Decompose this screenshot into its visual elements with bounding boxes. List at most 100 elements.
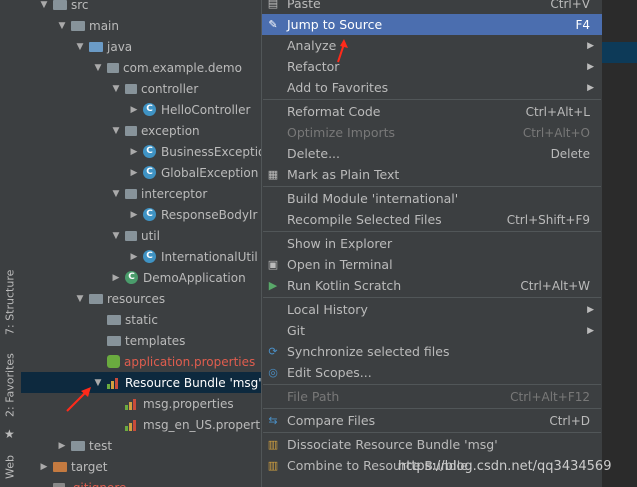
chevron-down-icon[interactable]: ▼ xyxy=(111,189,121,199)
tree-item[interactable]: ▶ C GlobalException xyxy=(21,162,261,183)
menu-item-reformat-code[interactable]: Reformat Code Ctrl+Alt+L xyxy=(262,101,602,122)
submenu-arrow-icon: ▶ xyxy=(587,325,594,336)
menu-item-add-to-favorites[interactable]: Add to Favorites ▶ xyxy=(262,77,602,98)
package-icon xyxy=(125,125,137,136)
menu-item-label: Show in Explorer xyxy=(287,236,393,251)
tree-item-label: msg_en_US.propert xyxy=(143,417,261,432)
tree-item[interactable]: templates xyxy=(21,330,261,351)
tree-item[interactable]: ▼ controller xyxy=(21,78,261,99)
tree-item-label: com.example.demo xyxy=(123,60,242,75)
tree-item[interactable]: ▼ src xyxy=(21,0,261,15)
chevron-down-icon[interactable]: ▼ xyxy=(93,63,103,73)
tab-structure[interactable]: 7: Structure xyxy=(2,262,18,342)
tree-item[interactable]: ▼ interceptor xyxy=(21,183,261,204)
tree-item[interactable]: ▼ util xyxy=(21,225,261,246)
clipboard-icon: ▤ xyxy=(267,0,279,10)
submenu-arrow-icon: ▶ xyxy=(587,82,594,93)
menu-separator xyxy=(263,384,601,385)
menu-item-git[interactable]: Git ▶ xyxy=(262,320,602,341)
chevron-right-icon[interactable]: ▶ xyxy=(57,441,67,451)
tree-item-label: ResponseBodyIr xyxy=(161,207,258,222)
menu-item-open-in-terminal[interactable]: ▣ Open in Terminal xyxy=(262,254,602,275)
menu-item-show-in-explorer[interactable]: Show in Explorer xyxy=(262,233,602,254)
menu-item-mark-as-plain-text[interactable]: ▦ Mark as Plain Text xyxy=(262,164,602,185)
tree-item[interactable]: ▼ main xyxy=(21,15,261,36)
tree-item[interactable]: ▼ java xyxy=(21,36,261,57)
tab-favorites[interactable]: 2: Favorites xyxy=(2,345,18,425)
tree-item[interactable]: .gitignore xyxy=(21,477,261,487)
menu-item-jump-to-source[interactable]: ✎ Jump to Source F4 xyxy=(262,14,602,35)
project-tree[interactable]: ▼ src ▼ main ▼ java ▼ com.example.demo ▼ controll… xyxy=(21,0,261,487)
sync-icon: ⟳ xyxy=(268,345,278,358)
menu-item-label: Delete... xyxy=(287,146,340,161)
chevron-right-icon[interactable]: ▶ xyxy=(129,105,139,115)
tree-item[interactable]: application.properties xyxy=(21,351,261,372)
menu-item-label: Recompile Selected Files xyxy=(287,212,442,227)
menu-item-optimize-imports: Optimize Imports Ctrl+Alt+O xyxy=(262,122,602,143)
tree-item-label: exception xyxy=(141,123,200,138)
menu-item-delete[interactable]: Delete... Delete xyxy=(262,143,602,164)
chevron-down-icon[interactable]: ▼ xyxy=(39,0,49,10)
tab-web[interactable]: Web xyxy=(2,448,18,487)
menu-item-label: Edit Scopes... xyxy=(287,365,372,380)
chevron-down-icon[interactable]: ▼ xyxy=(111,231,121,241)
tree-item-label: util xyxy=(141,228,160,243)
tree-item[interactable]: ▶ C DemoApplication xyxy=(21,267,261,288)
tree-item[interactable]: ▶ C InternationalUtil xyxy=(21,246,261,267)
menu-item-file-path: File Path Ctrl+Alt+F12 xyxy=(262,386,602,407)
menu-item-dissociate-resource-bundle-msg[interactable]: ▥ Dissociate Resource Bundle 'msg' xyxy=(262,434,602,455)
menu-item-build-module-international[interactable]: Build Module 'international' xyxy=(262,188,602,209)
context-menu: ▤ Paste Ctrl+V ✎ Jump to Source F4 Analyze ▶ Ref… xyxy=(261,0,602,487)
menu-item-local-history[interactable]: Local History ▶ xyxy=(262,299,602,320)
chevron-down-icon[interactable]: ▼ xyxy=(75,294,85,304)
tree-item[interactable]: ▶ target xyxy=(21,456,261,477)
chevron-down-icon[interactable]: ▼ xyxy=(93,378,103,388)
menu-separator xyxy=(263,297,601,298)
chevron-right-icon[interactable]: ▶ xyxy=(111,273,121,283)
menu-item-compare-files[interactable]: ⇆ Compare Files Ctrl+D xyxy=(262,410,602,431)
menu-item-refactor[interactable]: Refactor ▶ xyxy=(262,56,602,77)
menu-item-edit-scopes[interactable]: ◎ Edit Scopes... xyxy=(262,362,602,383)
tree-item-label: InternationalUtil xyxy=(161,249,258,264)
chevron-down-icon[interactable]: ▼ xyxy=(111,84,121,94)
menu-item-recompile-selected-files[interactable]: Recompile Selected Files Ctrl+Shift+F9 xyxy=(262,209,602,230)
menu-item-synchronize-selected-files[interactable]: ⟳ Synchronize selected files xyxy=(262,341,602,362)
chevron-right-icon[interactable]: ▶ xyxy=(129,168,139,178)
resource-bundle-icon xyxy=(107,377,121,389)
tree-item[interactable]: ▶ C HelloController xyxy=(21,99,261,120)
menu-separator xyxy=(263,231,601,232)
tree-item[interactable]: ▶ C ResponseBodyIr xyxy=(21,204,261,225)
text-icon: ▦ xyxy=(267,168,279,181)
chevron-right-icon[interactable]: ▶ xyxy=(129,147,139,157)
tree-item[interactable]: msg.properties xyxy=(21,393,261,414)
menu-separator xyxy=(263,186,601,187)
tree-item[interactable]: ▶ test xyxy=(21,435,261,456)
package-icon xyxy=(125,83,137,94)
menu-item-run-kotlin-scratch[interactable]: ▶ Run Kotlin Scratch Ctrl+Alt+W xyxy=(262,275,602,296)
class-icon: C xyxy=(143,208,156,221)
terminal-icon: ▣ xyxy=(267,258,279,271)
menu-item-label: Synchronize selected files xyxy=(287,344,450,359)
tree-item[interactable]: ▼ resources xyxy=(21,288,261,309)
tree-item[interactable]: msg_en_US.propert xyxy=(21,414,261,435)
menu-item-shortcut: Delete xyxy=(550,146,590,161)
menu-item-analyze[interactable]: Analyze ▶ xyxy=(262,35,602,56)
tree-item[interactable]: ▼ Resource Bundle 'msg' xyxy=(21,372,261,393)
tree-item[interactable]: ▼ com.example.demo xyxy=(21,57,261,78)
chevron-down-icon[interactable]: ▼ xyxy=(111,126,121,136)
chevron-right-icon[interactable]: ▶ xyxy=(129,210,139,220)
chevron-down-icon[interactable]: ▼ xyxy=(75,42,85,52)
tree-item[interactable]: ▼ exception xyxy=(21,120,261,141)
tree-item-label: DemoApplication xyxy=(143,270,246,285)
star-icon: ★ xyxy=(4,427,15,441)
chevron-down-icon[interactable]: ▼ xyxy=(57,21,67,31)
chevron-right-icon[interactable]: ▶ xyxy=(39,462,49,472)
excluded-folder-icon xyxy=(53,461,67,472)
resources-folder-icon xyxy=(89,293,103,304)
tree-item[interactable]: static xyxy=(21,309,261,330)
tree-item[interactable]: ▶ C BusinessExceptio xyxy=(21,141,261,162)
chevron-right-icon[interactable]: ▶ xyxy=(129,252,139,262)
bundle-icon: ▥ xyxy=(267,459,279,472)
resource-bundle-icon xyxy=(125,419,139,431)
menu-item-paste[interactable]: ▤ Paste Ctrl+V xyxy=(262,0,602,14)
